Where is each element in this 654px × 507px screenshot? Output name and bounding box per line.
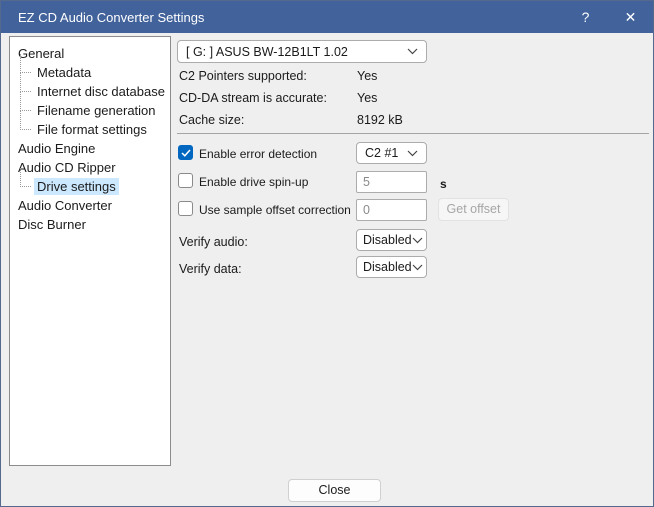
section-divider	[177, 133, 649, 134]
verify-audio-label: Verify audio:	[179, 235, 248, 249]
tree-item-audio-cd-ripper[interactable]: Audio CD Ripper	[10, 158, 170, 177]
verify-audio-select[interactable]: Disabled	[356, 229, 427, 251]
use-sample-offset-label: Use sample offset correction	[199, 203, 351, 217]
error-detection-mode-value: C2 #1	[365, 146, 399, 160]
chevron-down-icon	[407, 48, 418, 55]
tree-item-audio-engine[interactable]: Audio Engine	[10, 139, 170, 158]
get-offset-button[interactable]: Get offset	[438, 198, 509, 221]
enable-error-detection-checkbox[interactable]	[178, 145, 193, 160]
verify-data-select[interactable]: Disabled	[356, 256, 427, 278]
close-button[interactable]: Close	[288, 479, 381, 502]
tree-item-file-format-settings[interactable]: File format settings	[10, 111, 170, 139]
cache-size-value: 8192 kB	[357, 113, 403, 127]
title-bar[interactable]: EZ CD Audio Converter Settings ? ✕	[1, 1, 653, 33]
tree-item-disc-burner[interactable]: Disc Burner	[10, 215, 170, 234]
tree-connector	[20, 168, 31, 187]
tree-item-internet-disc-database[interactable]: Internet disc database	[10, 73, 170, 101]
drive-select-value: [ G: ] ASUS BW-12B1LT 1.02	[186, 44, 348, 59]
seconds-unit-label: s	[440, 177, 447, 191]
window-title: EZ CD Audio Converter Settings	[18, 9, 205, 25]
verify-data-value: Disabled	[363, 260, 412, 274]
tree-item-audio-converter[interactable]: Audio Converter	[10, 196, 170, 215]
help-button[interactable]: ?	[563, 1, 608, 33]
chevron-down-icon	[407, 150, 418, 157]
cdda-stream-value: Yes	[357, 91, 378, 105]
verify-audio-value: Disabled	[363, 233, 412, 247]
tree-item-drive-settings[interactable]: Drive settings	[10, 168, 170, 196]
tree-connector	[20, 73, 31, 92]
cache-size-label: Cache size:	[179, 113, 245, 127]
c2-pointers-label: C2 Pointers supported:	[179, 69, 307, 83]
enable-drive-spin-up-label: Enable drive spin-up	[199, 175, 309, 189]
chevron-down-icon	[412, 237, 423, 244]
verify-data-label: Verify data:	[179, 262, 242, 276]
title-bar-buttons: ? ✕	[563, 1, 653, 33]
drive-select[interactable]: [ G: ] ASUS BW-12B1LT 1.02	[177, 40, 427, 63]
tree-connector	[20, 92, 31, 111]
settings-tree: General Metadata Internet disc database …	[9, 36, 171, 466]
settings-dialog: EZ CD Audio Converter Settings ? ✕ Gener…	[0, 0, 654, 507]
tree-connector	[20, 111, 31, 130]
tree-connector	[20, 54, 31, 73]
use-sample-offset-checkbox[interactable]	[178, 201, 193, 216]
tree-item-filename-generation[interactable]: Filename generation	[10, 92, 170, 120]
tree-item-metadata[interactable]: Metadata	[10, 54, 170, 82]
spin-up-seconds-input[interactable]	[356, 171, 427, 193]
c2-pointers-value: Yes	[357, 69, 378, 83]
enable-drive-spin-up-checkbox[interactable]	[178, 173, 193, 188]
check-icon	[180, 146, 191, 160]
enable-error-detection-label: Enable error detection	[199, 147, 318, 161]
chevron-down-icon	[412, 264, 423, 271]
close-window-button[interactable]: ✕	[608, 1, 653, 33]
cdda-stream-label: CD-DA stream is accurate:	[179, 91, 327, 105]
error-detection-mode-select[interactable]: C2 #1	[356, 142, 427, 164]
sample-offset-input[interactable]	[356, 199, 427, 221]
tree-item-general[interactable]: General	[10, 44, 170, 63]
